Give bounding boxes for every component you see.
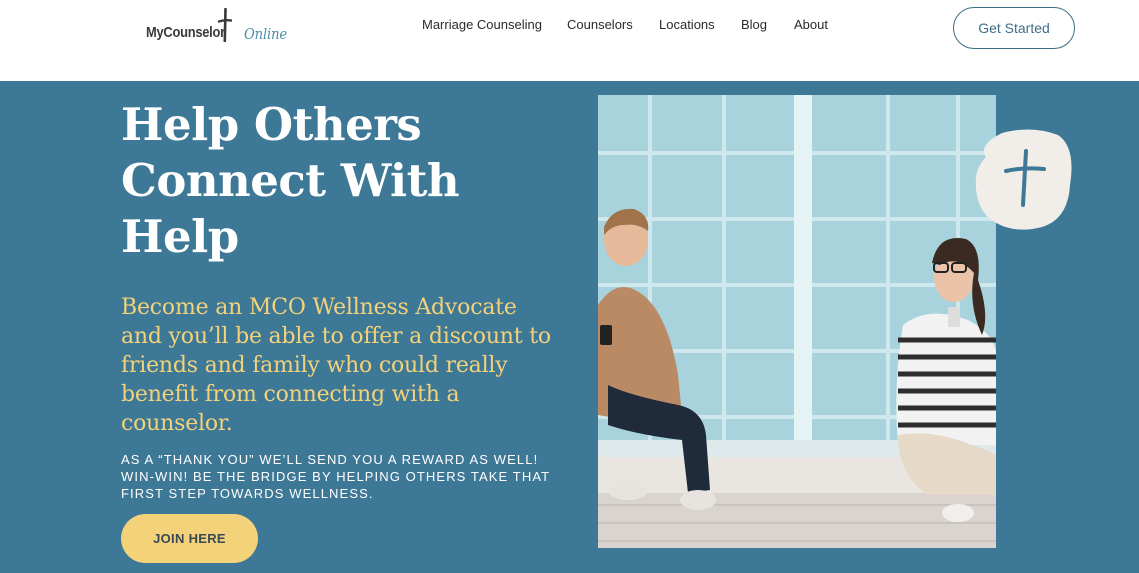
hero-body-text: As a “thank you” we’ll send you a reward… (121, 452, 550, 501)
site-header: MyCounselor Online Marriage Counseling C… (0, 0, 1139, 81)
hero-title-line: Connect With (121, 154, 460, 207)
nav-blog[interactable]: Blog (741, 17, 767, 32)
people-photo-icon (598, 95, 996, 548)
nav-about[interactable]: About (794, 17, 828, 32)
cross-badge-icon (975, 129, 1072, 230)
hero-section: Help Others Connect With Help Become an … (0, 81, 1139, 573)
logo-cross-icon (218, 8, 232, 42)
hero-title: Help Others Connect With Help (121, 97, 561, 265)
hero-photo (598, 95, 996, 548)
logo-text-primary: MyCounselor (146, 24, 225, 41)
hero-title-line: Help Others (121, 98, 422, 151)
join-here-button[interactable]: JOIN HERE (121, 514, 258, 563)
hero-title-line: Help (121, 210, 239, 263)
nav-locations[interactable]: Locations (659, 17, 715, 32)
nav-marriage-counseling[interactable]: Marriage Counseling (422, 17, 542, 32)
get-started-button[interactable]: Get Started (953, 7, 1075, 49)
logo[interactable]: MyCounselor Online (146, 8, 293, 48)
logo-text-secondary: Online (243, 25, 287, 43)
hero-subtitle: Become an MCO Wellness Advocate and you’… (121, 295, 551, 436)
nav-counselors[interactable]: Counselors (567, 17, 633, 32)
